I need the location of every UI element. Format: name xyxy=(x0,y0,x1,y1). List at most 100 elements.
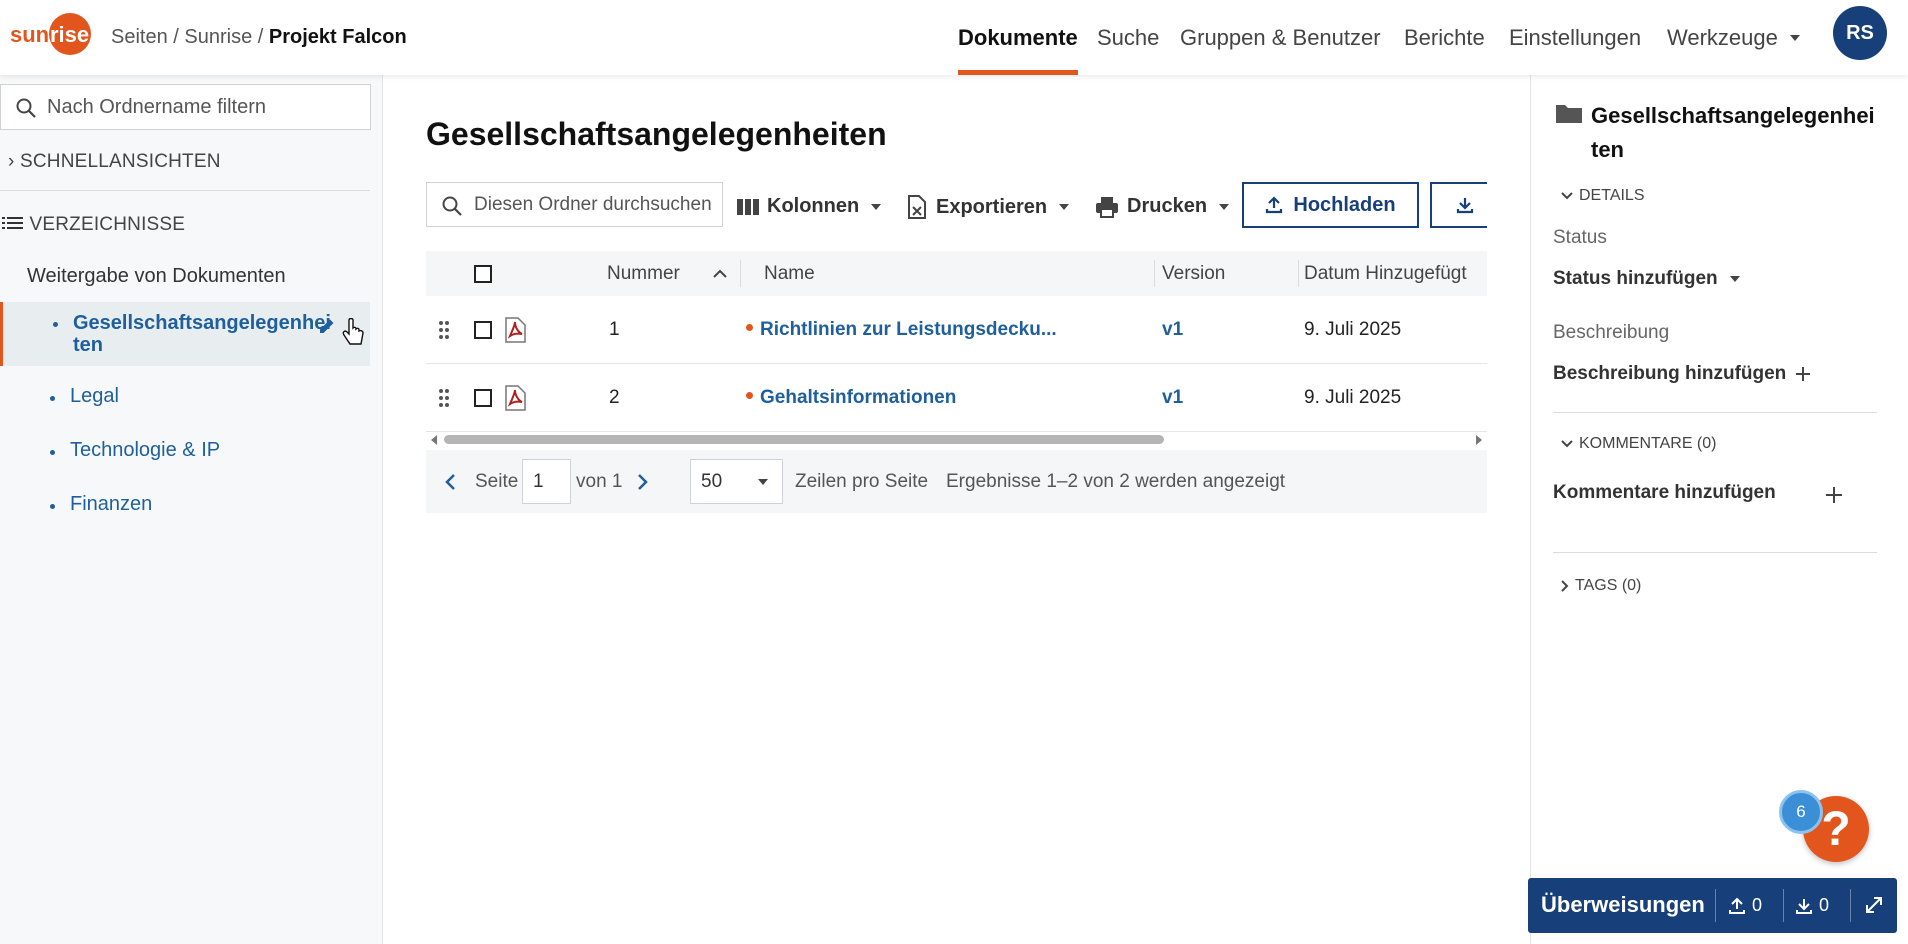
details-title-line1: Gesellschaftsangelegenhei xyxy=(1591,103,1875,128)
row-version-link[interactable]: v1 xyxy=(1162,387,1183,409)
row-checkbox[interactable] xyxy=(474,320,492,339)
chevron-right-icon[interactable] xyxy=(637,473,649,491)
scroll-right-icon[interactable] xyxy=(1475,435,1483,445)
add-status-dropdown[interactable]: Status hinzufügen xyxy=(1553,268,1740,290)
pencil-icon[interactable] xyxy=(317,316,337,336)
rows-per-page-select[interactable]: 50 xyxy=(690,459,783,504)
add-comment-plus-icon[interactable] xyxy=(1824,485,1844,505)
breadcrumb-separator: / xyxy=(252,26,269,48)
nav-berichte[interactable]: Berichte xyxy=(1404,0,1485,75)
description-label: Beschreibung xyxy=(1553,322,1670,343)
header-version[interactable]: Version xyxy=(1162,263,1225,285)
row-date: 9. Juli 2025 xyxy=(1304,318,1402,340)
status-label: Status xyxy=(1553,227,1607,248)
comments-section-toggle[interactable]: KOMMENTARE (0) xyxy=(1561,435,1716,453)
chevron-down-icon xyxy=(1561,440,1573,448)
downloads-counter[interactable]: 0 xyxy=(1795,895,1829,916)
chevron-right-icon: › xyxy=(8,151,15,172)
tags-section-toggle[interactable]: TAGS (0) xyxy=(1561,577,1641,595)
row-name-link[interactable]: Gehaltsinformationen xyxy=(746,387,956,409)
nav-einstellungen[interactable]: Einstellungen xyxy=(1509,0,1641,75)
column-separator[interactable] xyxy=(740,260,741,287)
tree-item-legal[interactable]: Legal xyxy=(0,385,370,413)
nav-werkzeuge[interactable]: Werkzeuge xyxy=(1667,0,1800,75)
select-all-checkbox[interactable] xyxy=(474,264,492,283)
breadcrumb-seiten[interactable]: Seiten xyxy=(111,26,168,48)
folder-icon xyxy=(1556,105,1582,123)
divider xyxy=(1715,889,1716,922)
chevron-left-icon[interactable] xyxy=(444,473,456,491)
uploads-counter[interactable]: 0 xyxy=(1728,895,1762,916)
column-separator[interactable] xyxy=(1154,260,1155,287)
scroll-left-icon[interactable] xyxy=(430,435,438,445)
row-checkbox[interactable] xyxy=(474,388,492,407)
row-date: 9. Juli 2025 xyxy=(1304,386,1402,408)
tree-item-finanzen[interactable]: Finanzen xyxy=(0,493,370,521)
nav-suche[interactable]: Suche xyxy=(1097,0,1159,75)
add-description-button[interactable]: Beschreibung hinzufügen xyxy=(1553,363,1812,385)
header-number[interactable]: Nummer xyxy=(607,263,680,285)
status-dot xyxy=(746,323,753,331)
breadcrumb-sunrise[interactable]: Sunrise xyxy=(184,26,252,48)
row-name: Richtlinien zur Leistungsdecku... xyxy=(760,318,1057,340)
chevron-down-icon xyxy=(758,479,768,485)
pdf-file-icon xyxy=(505,316,526,343)
divider xyxy=(1783,889,1784,922)
page-number-input[interactable]: 1 xyxy=(522,459,571,504)
details-section-toggle[interactable]: DETAILS xyxy=(1561,187,1645,205)
folder-search-placeholder: Diesen Ordner durchsuchen xyxy=(474,193,712,215)
sort-ascending-icon[interactable] xyxy=(712,269,728,279)
nav-gruppen-benutzer[interactable]: Gruppen & Benutzer xyxy=(1180,0,1381,75)
drag-handle-icon[interactable] xyxy=(438,320,450,340)
export-button[interactable]: Exportieren xyxy=(906,195,1070,219)
search-icon xyxy=(16,98,36,118)
page-of-label: von 1 xyxy=(576,470,623,492)
svg-text:sun: sun xyxy=(10,22,49,47)
notification-badge[interactable]: 6 xyxy=(1779,790,1823,834)
hand-cursor-icon xyxy=(342,318,364,345)
columns-button[interactable]: Kolonnen xyxy=(737,195,882,218)
divider xyxy=(1553,552,1877,553)
sunrise-logo[interactable]: sun rise xyxy=(10,12,98,56)
breadcrumb-separator: / xyxy=(167,26,185,48)
transfers-bar[interactable]: Überweisungen 0 0 xyxy=(1528,878,1897,933)
breadcrumb-project: Projekt Falcon xyxy=(268,26,407,48)
chevron-down-icon xyxy=(1729,276,1740,282)
upload-icon xyxy=(1729,897,1745,914)
expand-icon[interactable] xyxy=(1864,895,1884,915)
top-bar: sun rise Seiten / Sunrise / Projekt Falc… xyxy=(0,0,1908,75)
drag-handle-icon[interactable] xyxy=(438,388,450,408)
columns-icon xyxy=(737,198,759,215)
folder-filter-input[interactable]: Nach Ordnername filtern xyxy=(0,84,371,130)
downloads-count: 0 xyxy=(1819,895,1830,915)
column-separator[interactable] xyxy=(1298,260,1299,287)
rows-per-page-value: 50 xyxy=(701,470,723,492)
tree-item-gesellschaftsangelegenheiten[interactable]: Gesellschaftsangelegenhei ten xyxy=(0,302,370,366)
scrollbar-thumb[interactable] xyxy=(444,435,1164,444)
table-row[interactable]: 2 Gehaltsinformationen v1 9. Juli 2025 xyxy=(426,364,1487,432)
row-version-link[interactable]: v1 xyxy=(1162,319,1183,341)
folder-search-input[interactable]: Diesen Ordner durchsuchen xyxy=(426,182,723,227)
quick-views-label: SCHNELLANSICHTEN xyxy=(20,151,221,172)
horizontal-scrollbar[interactable] xyxy=(426,432,1487,446)
uploads-count: 0 xyxy=(1752,895,1763,915)
tree-item-label-line1: Gesellschaftsangelegenhei xyxy=(73,312,331,334)
directories-header[interactable]: VERZEICHNISSE xyxy=(2,214,185,236)
table-row[interactable]: 1 Richtlinien zur Leistungsdecku... v1 9… xyxy=(426,296,1487,364)
quick-views-toggle[interactable]: › SCHNELLANSICHTEN xyxy=(8,151,221,173)
tree-item-technologie-ip[interactable]: Technologie & IP xyxy=(0,439,370,467)
download-button[interactable] xyxy=(1430,182,1487,228)
header-name[interactable]: Name xyxy=(764,263,815,285)
folder-sidebar: Nach Ordnername filtern › SCHNELLANSICHT… xyxy=(0,75,383,944)
nav-dokumente[interactable]: Dokumente xyxy=(958,0,1078,75)
chevron-right-icon xyxy=(1561,580,1569,592)
tree-root-folder[interactable]: Weitergabe von Dokumenten xyxy=(27,265,286,288)
upload-button[interactable]: Hochladen xyxy=(1242,182,1419,228)
avatar[interactable]: RS xyxy=(1833,6,1887,60)
print-button[interactable]: Drucken xyxy=(1095,195,1230,218)
upload-label: Hochladen xyxy=(1293,193,1396,216)
printer-icon xyxy=(1096,196,1118,218)
header-date-added[interactable]: Datum Hinzugefügt xyxy=(1304,263,1467,285)
pagination-bar: Seite 1 von 1 50 Zeilen pro Seite Ergebn… xyxy=(426,450,1487,513)
row-name-link[interactable]: Richtlinien zur Leistungsdecku... xyxy=(746,319,1057,341)
